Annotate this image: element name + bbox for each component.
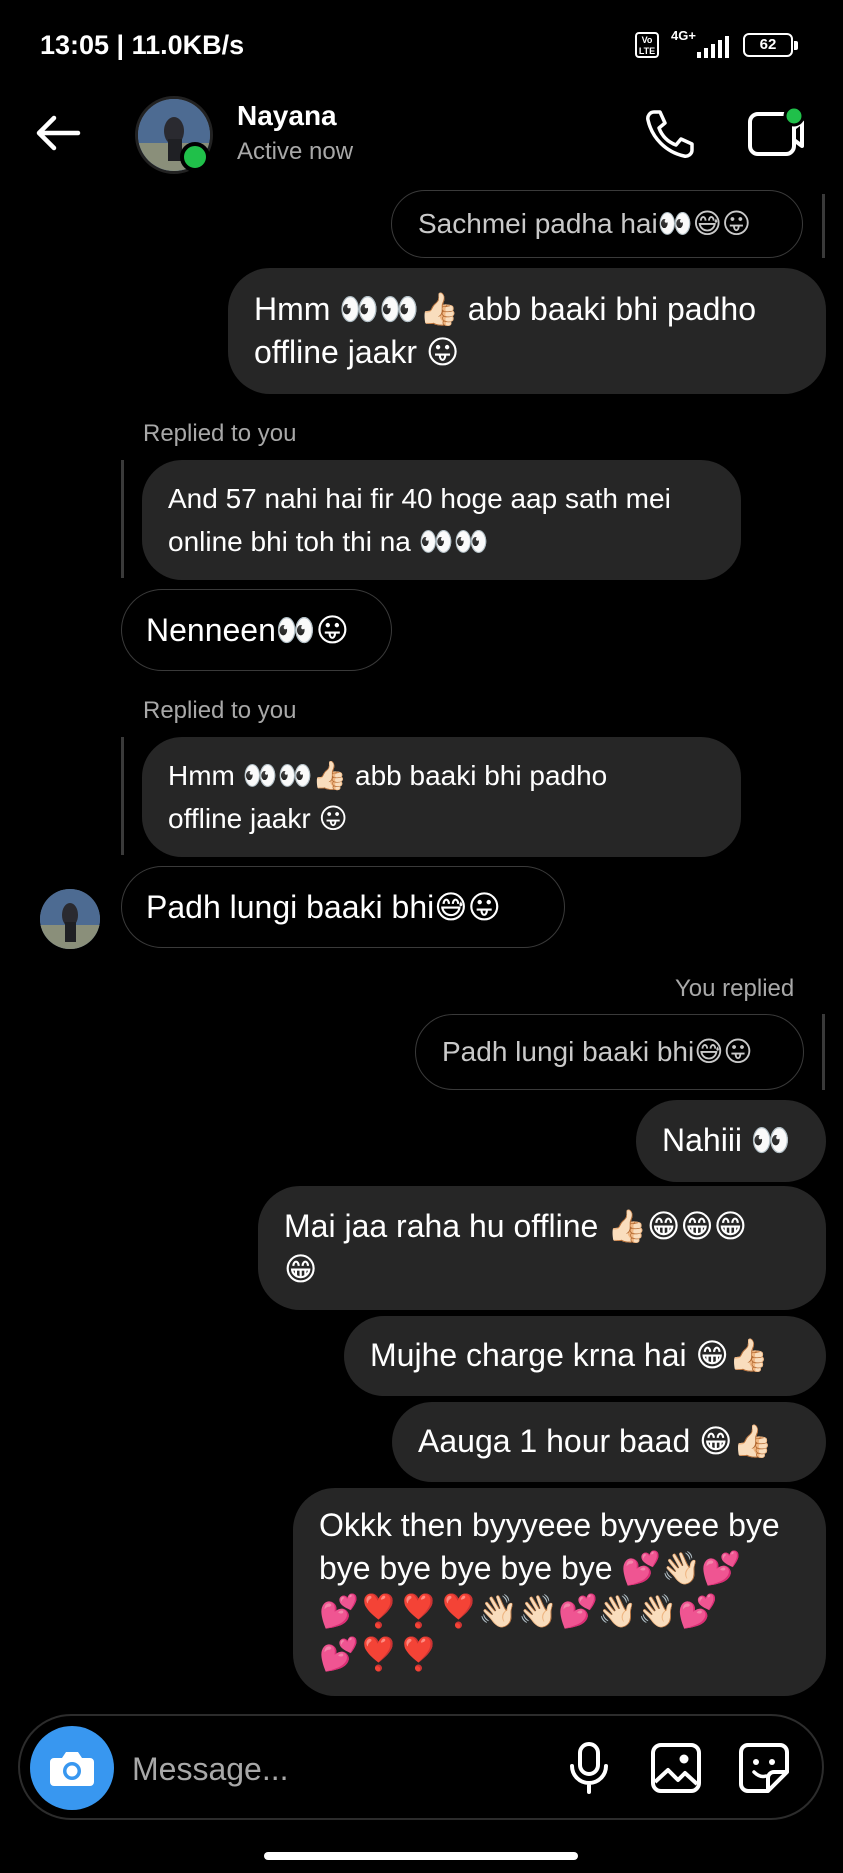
network-type: 4G+	[671, 28, 696, 43]
battery-icon: 62	[743, 33, 798, 57]
status-icons: Vo LTE 4G+ 62	[635, 28, 798, 60]
back-arrow-icon	[36, 115, 81, 151]
microphone-button[interactable]	[566, 1740, 612, 1796]
reply-preview-bubble[interactable]: Sachmei padha hai👀😅😛	[391, 190, 803, 258]
you-replied-label: You replied	[675, 975, 795, 1002]
signal-icon: 4G+	[671, 28, 731, 60]
quote-line	[121, 460, 124, 578]
phone-icon	[646, 110, 694, 158]
replied-to-you-label: Replied to you	[143, 697, 297, 724]
gallery-button[interactable]	[648, 1740, 704, 1796]
reply-thread-line	[822, 194, 825, 258]
sticker-icon	[739, 1743, 789, 1793]
message-input[interactable]	[130, 1748, 534, 1790]
gallery-icon	[651, 1743, 701, 1793]
active-status-dot	[180, 142, 210, 172]
outgoing-message[interactable]: Okkk then byyyeee byyyeee bye bye bye by…	[293, 1488, 826, 1696]
reply-thread-line	[822, 1014, 825, 1090]
outgoing-message[interactable]: Mai jaa raha hu offline 👍🏻😁😁😁 😁	[258, 1186, 826, 1310]
quote-line	[121, 737, 124, 855]
microphone-icon	[570, 1742, 608, 1794]
video-call-button[interactable]	[742, 104, 808, 164]
status-time: 13:05 | 11.0KB/s	[40, 30, 245, 60]
home-indicator[interactable]	[264, 1852, 578, 1860]
outgoing-message[interactable]: Mujhe charge krna hai 😁👍🏻	[344, 1316, 826, 1396]
contact-name[interactable]: Nayana	[237, 100, 337, 132]
voice-call-button[interactable]	[640, 104, 700, 164]
incoming-message[interactable]: Nenneen👀😛	[121, 589, 392, 671]
video-camera-icon	[748, 105, 805, 156]
incoming-message[interactable]: Padh lungi baaki bhi😅😛	[121, 866, 565, 948]
contact-status: Active now	[237, 138, 354, 165]
quoted-message[interactable]: Hmm 👀👀👍🏻 abb baaki bhi padho offline jaa…	[142, 737, 741, 857]
outgoing-message[interactable]: Aauga 1 hour baad 😁👍🏻	[392, 1402, 826, 1482]
outgoing-message[interactable]: Nahiii 👀	[636, 1100, 826, 1182]
volte-icon: Vo LTE	[635, 32, 659, 58]
camera-button[interactable]	[30, 1726, 114, 1810]
replied-to-you-label: Replied to you	[143, 420, 297, 447]
sender-avatar[interactable]	[40, 889, 100, 949]
outgoing-message[interactable]: Hmm 👀👀👍🏻 abb baaki bhi padho offline jaa…	[228, 268, 826, 394]
back-button[interactable]	[30, 108, 90, 158]
quoted-message[interactable]: And 57 nahi hai fir 40 hoge aap sath mei…	[142, 460, 741, 580]
sticker-button[interactable]	[736, 1740, 792, 1796]
reply-preview-bubble[interactable]: Padh lungi baaki bhi😅😛	[415, 1014, 804, 1090]
camera-icon	[50, 1752, 94, 1786]
